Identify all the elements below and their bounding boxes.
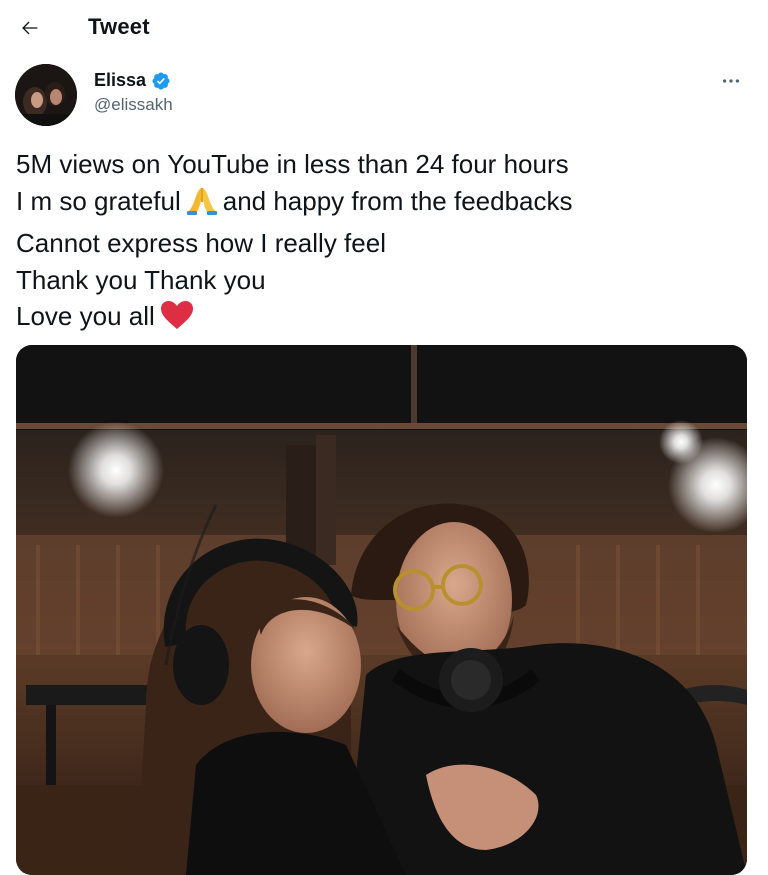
more-horizontal-icon <box>722 79 740 83</box>
tweet-line: 5M views on YouTube in less than 24 four… <box>16 149 569 179</box>
tweet-line: I m so grateful and happy from the feedb… <box>16 183 746 226</box>
tweet-line-text: I m so grateful <box>16 185 181 216</box>
more-button[interactable] <box>714 66 748 96</box>
tweet-text: 5M views on YouTube in less than 24 four… <box>16 146 746 341</box>
tweet-photo[interactable] <box>16 345 747 875</box>
red-heart-emoji <box>159 299 195 341</box>
tweet-line: Cannot express how I really feel <box>16 228 386 258</box>
tweet-line-text: Love you all <box>16 301 155 331</box>
photo-studio-couple-image <box>16 345 747 875</box>
tweet-line: Thank you Thank you <box>16 264 266 295</box>
top-bar: Tweet <box>0 0 768 56</box>
tweet-line: Love you all <box>16 298 746 341</box>
folded-hands-emoji <box>185 184 219 226</box>
user-handle[interactable]: @elissakh <box>94 95 173 115</box>
back-button[interactable] <box>14 12 46 44</box>
avatar[interactable] <box>15 64 77 126</box>
page-title: Tweet <box>88 14 150 39</box>
tweet-line-text: and happy from the feedbacks <box>222 185 573 216</box>
author-info: Elissa @elissakh <box>94 70 173 115</box>
verified-badge-icon <box>152 71 170 90</box>
arrow-left-icon <box>22 21 38 35</box>
display-name[interactable]: Elissa <box>94 70 146 91</box>
